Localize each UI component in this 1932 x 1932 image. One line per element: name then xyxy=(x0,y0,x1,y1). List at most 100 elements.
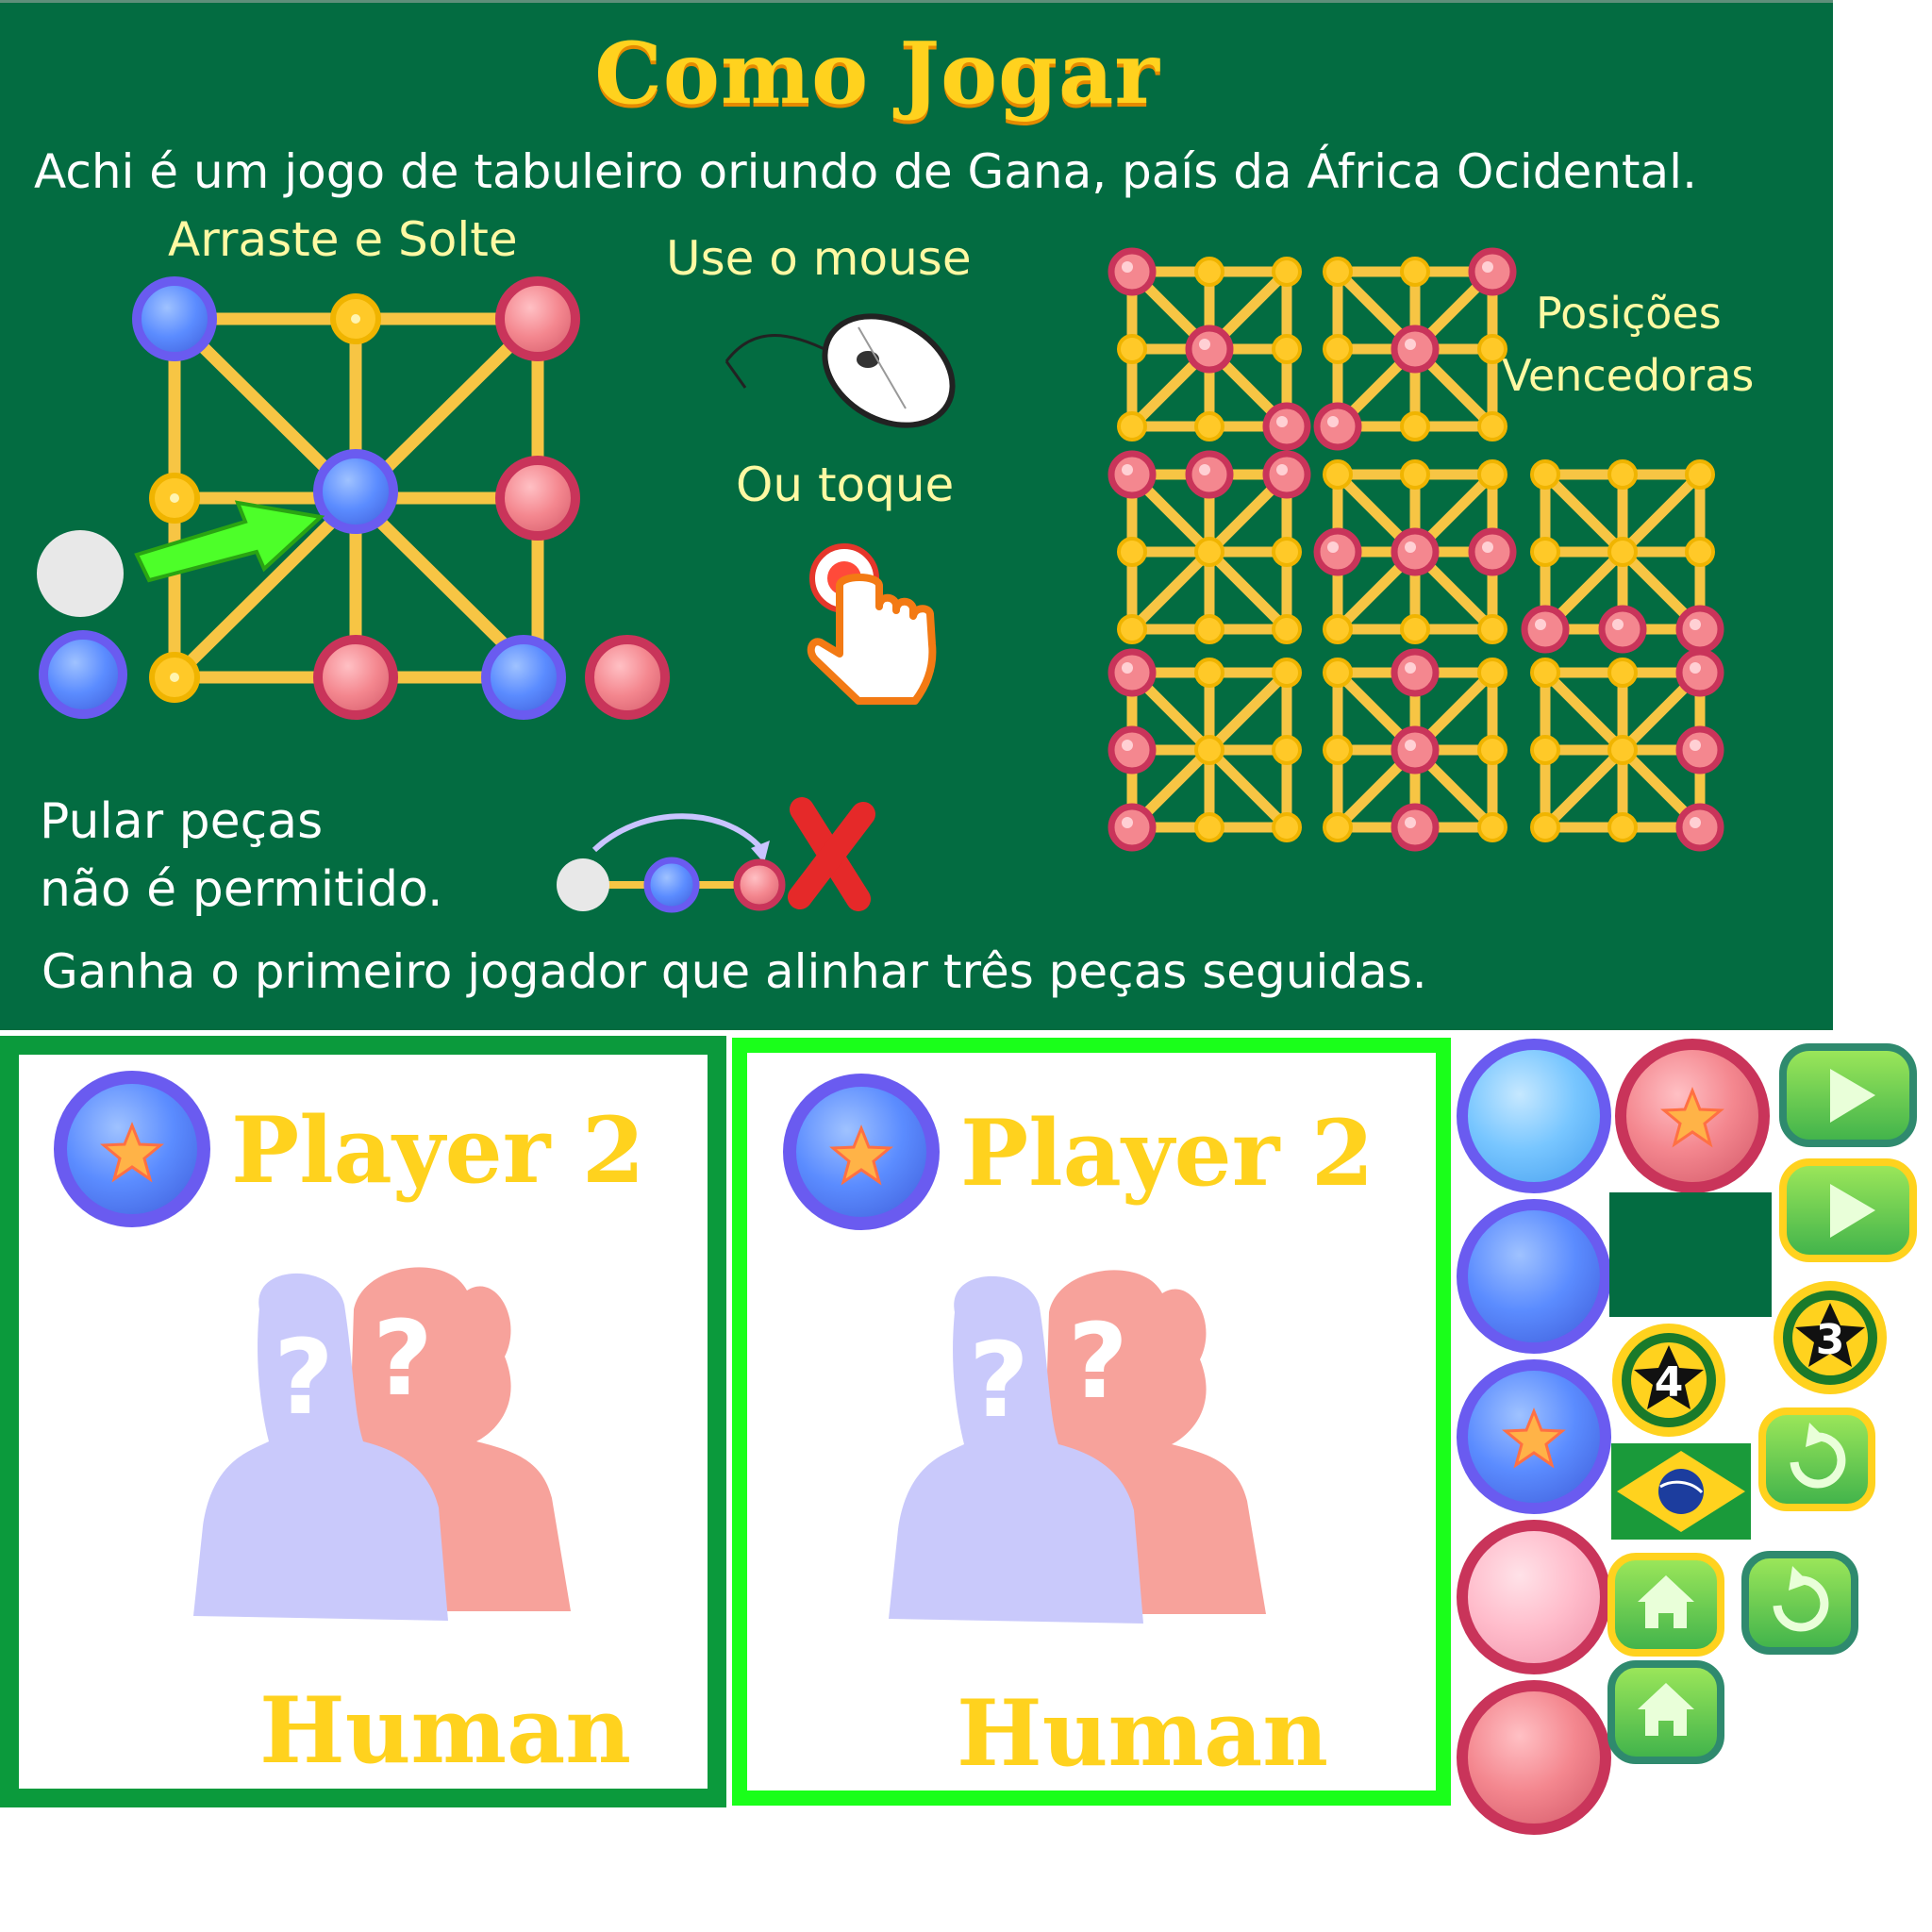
winning-piece xyxy=(1313,527,1362,576)
piece-shine xyxy=(1405,662,1416,674)
restart-button[interactable] xyxy=(1741,1551,1858,1655)
piece-shine xyxy=(1122,261,1133,273)
jump-not-allowed-illustration xyxy=(557,797,875,913)
board-node xyxy=(1323,658,1353,688)
piece-shine xyxy=(1122,740,1133,751)
winning-piece xyxy=(1391,325,1440,374)
winning-board-7 xyxy=(1323,648,1507,852)
winning-piece xyxy=(1675,648,1724,697)
home-button[interactable] xyxy=(1607,1660,1724,1764)
winning-piece xyxy=(1108,725,1157,774)
piece-shine xyxy=(1690,619,1701,630)
piece-shine xyxy=(1405,541,1416,553)
board-node xyxy=(1477,334,1507,364)
board-node xyxy=(1194,411,1224,441)
board-node xyxy=(1477,658,1507,688)
board-node xyxy=(1400,459,1430,490)
touch-icon xyxy=(807,543,937,705)
winning-piece xyxy=(1262,450,1311,499)
piece-shine xyxy=(1690,817,1701,828)
board-node xyxy=(1530,658,1560,688)
board-node xyxy=(1323,812,1353,842)
piece-shine xyxy=(1327,416,1339,427)
piece-shine xyxy=(1327,541,1339,553)
board-node xyxy=(1477,735,1507,765)
winning-piece xyxy=(1108,450,1157,499)
player-name: Player 2 xyxy=(231,1097,645,1204)
board-node xyxy=(1607,812,1638,842)
winning-board-8 xyxy=(1530,648,1724,852)
restart-button-yellow[interactable] xyxy=(1758,1407,1875,1511)
x-mark-icon xyxy=(788,797,875,911)
sprite-sheet: 4 3 xyxy=(1457,1039,1917,1835)
winning-piece xyxy=(1675,725,1724,774)
board-node xyxy=(1530,459,1560,490)
board-node xyxy=(1272,658,1302,688)
winning-piece xyxy=(1391,648,1440,697)
winning-piece xyxy=(1598,605,1647,654)
badge-3-label: 3 xyxy=(1816,1316,1845,1364)
piece-shine xyxy=(1690,662,1701,674)
piece-shine xyxy=(1405,817,1416,828)
player-type: Human xyxy=(957,1680,1329,1787)
board-node xyxy=(1272,537,1302,567)
board-node xyxy=(1117,411,1147,441)
winning-piece xyxy=(1262,402,1311,451)
board-node xyxy=(1477,614,1507,644)
board-node xyxy=(1607,735,1638,765)
winning-piece xyxy=(1108,247,1157,296)
play-button-yellow[interactable] xyxy=(1779,1158,1917,1262)
winning-piece xyxy=(1468,247,1517,296)
badge-4-label: 4 xyxy=(1655,1358,1684,1407)
winning-piece xyxy=(1468,527,1517,576)
player-type: Human xyxy=(259,1677,632,1784)
board-node xyxy=(1272,614,1302,644)
board-node xyxy=(1272,812,1302,842)
piece-red xyxy=(1457,1680,1611,1835)
player-avatar-token xyxy=(783,1074,940,1230)
winning-board-4 xyxy=(1313,459,1517,644)
piece-shine xyxy=(1122,464,1133,475)
svg-text:?: ? xyxy=(1068,1301,1128,1422)
piece-shine xyxy=(1405,740,1416,751)
board-node xyxy=(1117,614,1147,644)
player-panel-1[interactable]: Player 2 ? ? Human xyxy=(0,1036,726,1807)
svg-text:?: ? xyxy=(274,1317,334,1438)
winning-piece xyxy=(1391,527,1440,576)
winning-positions-grid xyxy=(1108,247,1724,852)
piece-shine xyxy=(1535,619,1546,630)
player-panel-2[interactable]: Player 2 ? ? Human xyxy=(732,1038,1451,1806)
green-swatch xyxy=(1609,1192,1772,1317)
home-button-yellow[interactable] xyxy=(1607,1553,1724,1657)
svg-text:?: ? xyxy=(969,1320,1029,1441)
board-node xyxy=(1194,257,1224,287)
board-node xyxy=(1477,812,1507,842)
board-node xyxy=(1530,537,1560,567)
piece-shine xyxy=(1482,261,1493,273)
winning-board-5 xyxy=(1521,459,1724,654)
winning-piece xyxy=(1391,725,1440,774)
board-node xyxy=(1323,334,1353,364)
board-node xyxy=(1400,411,1430,441)
winning-piece xyxy=(1675,803,1724,852)
winning-piece xyxy=(1108,803,1157,852)
play-button[interactable] xyxy=(1779,1043,1917,1147)
board-node xyxy=(1194,658,1224,688)
how-to-play-panel: Como Jogar Achi é um jogo de tabuleiro o… xyxy=(0,0,1833,1030)
board-node xyxy=(1194,614,1224,644)
piece-shine xyxy=(1690,740,1701,751)
winning-piece xyxy=(1185,450,1234,499)
board-node xyxy=(1323,614,1353,644)
board-node xyxy=(1194,735,1224,765)
board-node xyxy=(1685,537,1715,567)
board-node xyxy=(1323,257,1353,287)
board-node xyxy=(1400,614,1430,644)
board-node xyxy=(1272,735,1302,765)
piece-shine xyxy=(1405,339,1416,350)
board-node xyxy=(1530,735,1560,765)
piece-shine xyxy=(1122,817,1133,828)
mouse-icon xyxy=(724,313,956,428)
svg-text:?: ? xyxy=(373,1298,433,1419)
piece-shine xyxy=(1276,464,1288,475)
board-node xyxy=(1607,459,1638,490)
